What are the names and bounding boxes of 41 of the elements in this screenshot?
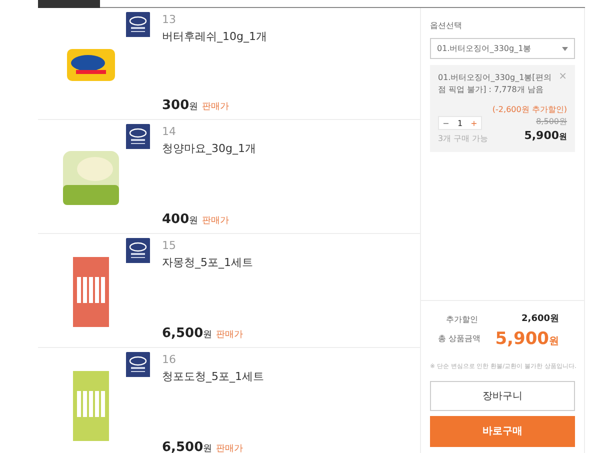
price: 300 bbox=[162, 98, 190, 112]
price-label: 판매가 bbox=[202, 102, 230, 112]
discount-label: 추가할인 bbox=[446, 314, 478, 326]
discount-text: (-2,600원 추가할인) bbox=[492, 104, 567, 116]
currency-unit: 원 bbox=[203, 330, 212, 340]
option-name: 01.버터오징어_330g_1봉[편의점 픽업 불가] : 7,778개 남음 bbox=[438, 72, 552, 96]
discount-amount: 2,600 bbox=[522, 314, 550, 324]
stick-pack-box-photo bbox=[73, 256, 109, 326]
price: 6,500 bbox=[162, 440, 204, 453]
currency-unit: 원 bbox=[189, 216, 198, 226]
product-name[interactable]: 버터후레쉬_10g_1개 bbox=[162, 28, 267, 45]
caret-icon bbox=[562, 46, 568, 50]
price-label: 판매가 bbox=[216, 330, 244, 340]
cart-button[interactable]: 장바구니 bbox=[430, 381, 575, 411]
currency-unit: 원 bbox=[550, 314, 559, 324]
product-number: 14 bbox=[162, 124, 177, 140]
product-number: 15 bbox=[162, 238, 177, 254]
total-label: 총 상품금액 bbox=[438, 333, 481, 346]
price-label: 판매가 bbox=[202, 216, 230, 226]
currency-unit: 원 bbox=[189, 102, 198, 112]
stick-pack-box-photo bbox=[73, 370, 109, 440]
product-name[interactable]: 자몽청_5포_1세트 bbox=[162, 254, 253, 271]
currency-unit: 원 bbox=[549, 336, 559, 346]
price: 6,500 bbox=[162, 326, 204, 340]
original-price: 8,500원 bbox=[535, 116, 567, 128]
product-name[interactable]: 청양마요_30g_1개 bbox=[162, 140, 256, 157]
sauce-cup-photo bbox=[61, 148, 121, 206]
header-bar bbox=[38, 0, 100, 8]
option-label: 옵션선택 bbox=[430, 20, 463, 32]
purchase-limit: 3개 구매 가능 bbox=[438, 132, 488, 144]
currency-unit: 원 bbox=[559, 132, 567, 141]
butter-tub-photo bbox=[66, 48, 116, 82]
currency-unit: 원 bbox=[203, 444, 212, 453]
price: 400 bbox=[162, 212, 190, 226]
option-price: 5,900 bbox=[524, 129, 559, 142]
product-number: 16 bbox=[162, 352, 177, 368]
total-price: 5,900 bbox=[495, 328, 549, 348]
option-select[interactable]: 01.버터오징어_330g_1봉 bbox=[430, 38, 575, 59]
price-label: 판매가 bbox=[216, 444, 244, 453]
product-number: 13 bbox=[162, 12, 177, 28]
product-name[interactable]: 청포도청_5포_1세트 bbox=[162, 368, 264, 385]
